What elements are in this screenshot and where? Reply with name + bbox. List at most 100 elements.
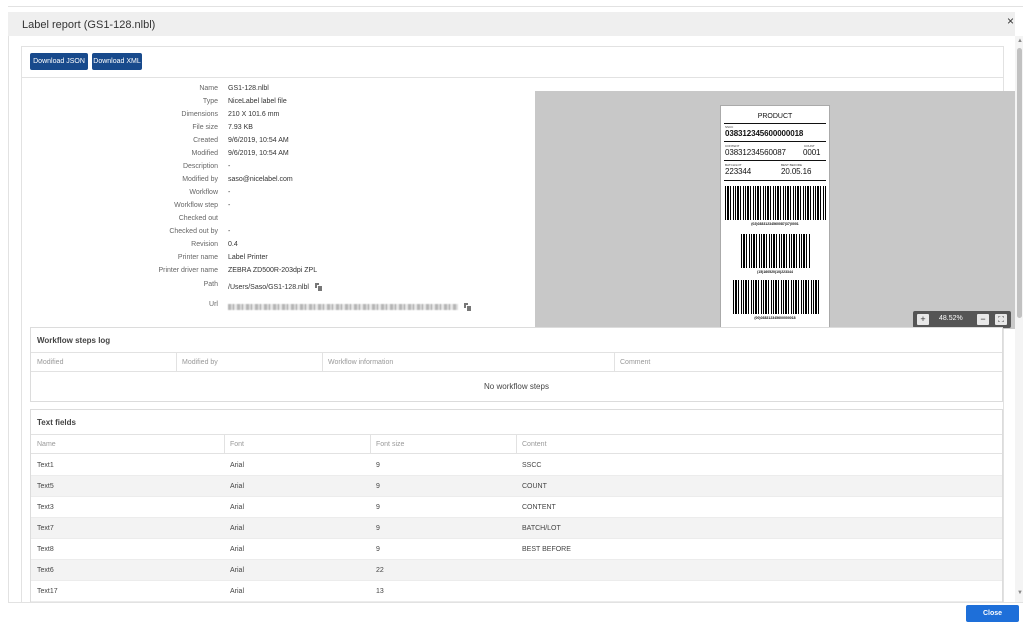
cell-font: Arial <box>230 462 245 469</box>
table-row[interactable]: Text8 Arial 9 BEST BEFORE <box>31 539 1002 560</box>
cell-name: Text7 <box>37 525 54 532</box>
scroll-down-icon[interactable]: ▼ <box>1017 590 1023 596</box>
prop-value-printer-name: Label Printer <box>228 254 268 261</box>
empty-message: No workflow steps <box>484 382 549 391</box>
cell-name: Text17 <box>37 588 58 595</box>
prop-label-printer-name: Printer name <box>177 254 218 261</box>
table-row[interactable]: Text6 Arial 22 <box>31 560 1002 581</box>
workflow-log-header: Modified Modified by Workflow informatio… <box>31 352 1002 372</box>
close-icon[interactable]: × <box>1007 14 1014 28</box>
prop-label-revision: Revision <box>191 241 218 248</box>
download-json-button[interactable]: Download JSON <box>30 53 88 70</box>
cell-name: Text3 <box>37 504 54 511</box>
fit-to-screen-icon[interactable]: ⛶ <box>995 314 1007 325</box>
label-preview-image: PRODUCT SSCC 038312345600000018 CONTENT … <box>720 105 830 329</box>
col-comment[interactable]: Comment <box>620 359 650 366</box>
prop-value-modified: 9/6/2019, 10:54 AM <box>228 150 289 157</box>
label-title: PRODUCT <box>757 113 793 120</box>
prop-value-dimensions: 210 X 101.6 mm <box>228 111 280 118</box>
cell-font-size: 22 <box>376 567 384 574</box>
label-best-before-value: 20.05.16 <box>781 167 812 176</box>
cell-content: BEST BEFORE <box>522 546 571 553</box>
prop-value-description: - <box>228 163 231 170</box>
prop-label-printer-driver: Printer driver name <box>158 267 218 274</box>
table-row[interactable]: Text17 Arial 13 <box>31 581 1002 602</box>
text-fields-title: Text fields <box>37 418 76 427</box>
cell-name: Text8 <box>37 546 54 553</box>
table-row[interactable]: Text1 Arial 9 SSCC <box>31 455 1002 476</box>
close-button[interactable]: Close <box>966 605 1019 622</box>
col-content[interactable]: Content <box>522 441 547 448</box>
cell-font-size: 9 <box>376 504 380 511</box>
label-sscc-value: 038312345600000018 <box>725 129 804 138</box>
column-divider <box>176 353 177 372</box>
prop-value-created: 9/6/2019, 10:54 AM <box>228 137 289 144</box>
column-divider <box>224 435 225 454</box>
column-divider <box>614 353 615 372</box>
barcode-2-text: (15)160520(10)223344 <box>757 270 793 274</box>
prop-label-modified-by: Modified by <box>182 176 218 183</box>
prop-label-description: Description <box>182 163 218 170</box>
dialog-title: Label report (GS1-128.nlbl) <box>22 19 156 31</box>
cell-name: Text6 <box>37 567 54 574</box>
label-report-dialog: Label report (GS1-128.nlbl) × Download J… <box>0 0 1023 627</box>
label-rule <box>724 180 826 181</box>
col-font[interactable]: Font <box>230 441 244 448</box>
barcode-1-text: (02)03831234560087(37)0001 <box>751 222 799 226</box>
prop-value-workflow: - <box>228 189 231 196</box>
divider <box>22 77 1003 78</box>
cell-font: Arial <box>230 588 245 595</box>
col-font-size[interactable]: Font size <box>376 441 404 448</box>
column-divider <box>322 353 323 372</box>
cell-font-size: 9 <box>376 483 380 490</box>
table-row[interactable]: Text7 Arial 9 BATCH/LOT <box>31 518 1002 539</box>
label-rule <box>724 141 826 142</box>
text-fields-header: Name Font Font size Content <box>31 434 1002 454</box>
prop-label-workflow-step: Workflow step <box>174 202 218 209</box>
copy-path-icon[interactable] <box>314 283 323 292</box>
cell-font-size: 9 <box>376 525 380 532</box>
prop-label-workflow: Workflow <box>189 189 218 196</box>
label-content-value: 03831234560087 <box>725 148 786 157</box>
cell-font: Arial <box>230 546 245 553</box>
prop-value-path-row: /Users/Saso/GS1-128.nlbl <box>228 283 323 292</box>
zoom-in-button[interactable]: + <box>917 314 929 325</box>
dialog-header: Label report (GS1-128.nlbl) <box>8 12 1015 36</box>
cell-content: COUNT <box>522 483 547 490</box>
barcode-3-text: (00)038312345600000018 <box>754 316 796 320</box>
cell-font-size: 9 <box>376 462 380 469</box>
zoom-out-button[interactable]: − <box>977 314 989 325</box>
prop-value-printer-driver: ZEBRA ZD500R-203dpi ZPL <box>228 267 318 274</box>
prop-label-created: Created <box>193 137 218 144</box>
prop-value-checked-out-by: - <box>228 228 231 235</box>
prop-label-checked-out: Checked out <box>178 215 218 222</box>
prop-value-revision: 0.4 <box>228 241 238 248</box>
scroll-up-icon[interactable]: ▲ <box>1017 38 1023 44</box>
scrollbar-thumb[interactable] <box>1017 48 1022 318</box>
download-xml-button[interactable]: Download XML <box>92 53 142 70</box>
prop-label-modified: Modified <box>191 150 218 157</box>
col-workflow-info[interactable]: Workflow information <box>328 359 393 366</box>
column-divider <box>370 435 371 454</box>
cell-font: Arial <box>230 567 245 574</box>
col-modified[interactable]: Modified <box>37 359 63 366</box>
prop-label-type: Type <box>202 98 218 105</box>
prop-value-type: NiceLabel label file <box>228 98 287 105</box>
prop-label-file-size: File size <box>192 124 218 131</box>
col-name[interactable]: Name <box>37 441 56 448</box>
column-divider <box>516 435 517 454</box>
col-modified-by[interactable]: Modified by <box>182 359 218 366</box>
prop-label-dimensions: Dimensions <box>181 111 218 118</box>
copy-url-icon[interactable] <box>463 303 472 312</box>
cell-name: Text1 <box>37 462 54 469</box>
prop-value-url-row <box>228 303 472 312</box>
barcode-2 <box>741 234 811 268</box>
report-content[interactable]: Download JSON Download XML Name GS1-128.… <box>9 36 1015 602</box>
barcode-3 <box>733 280 819 314</box>
table-row[interactable]: Text3 Arial 9 CONTENT <box>31 497 1002 518</box>
table-row[interactable]: Text5 Arial 9 COUNT <box>31 476 1002 497</box>
label-summary-panel: Download JSON Download XML Name GS1-128.… <box>21 46 1015 602</box>
prop-label-checked-out-by: Checked out by <box>169 228 218 235</box>
prop-label-url: Url <box>209 301 218 308</box>
label-count-value: 0001 <box>803 148 821 157</box>
